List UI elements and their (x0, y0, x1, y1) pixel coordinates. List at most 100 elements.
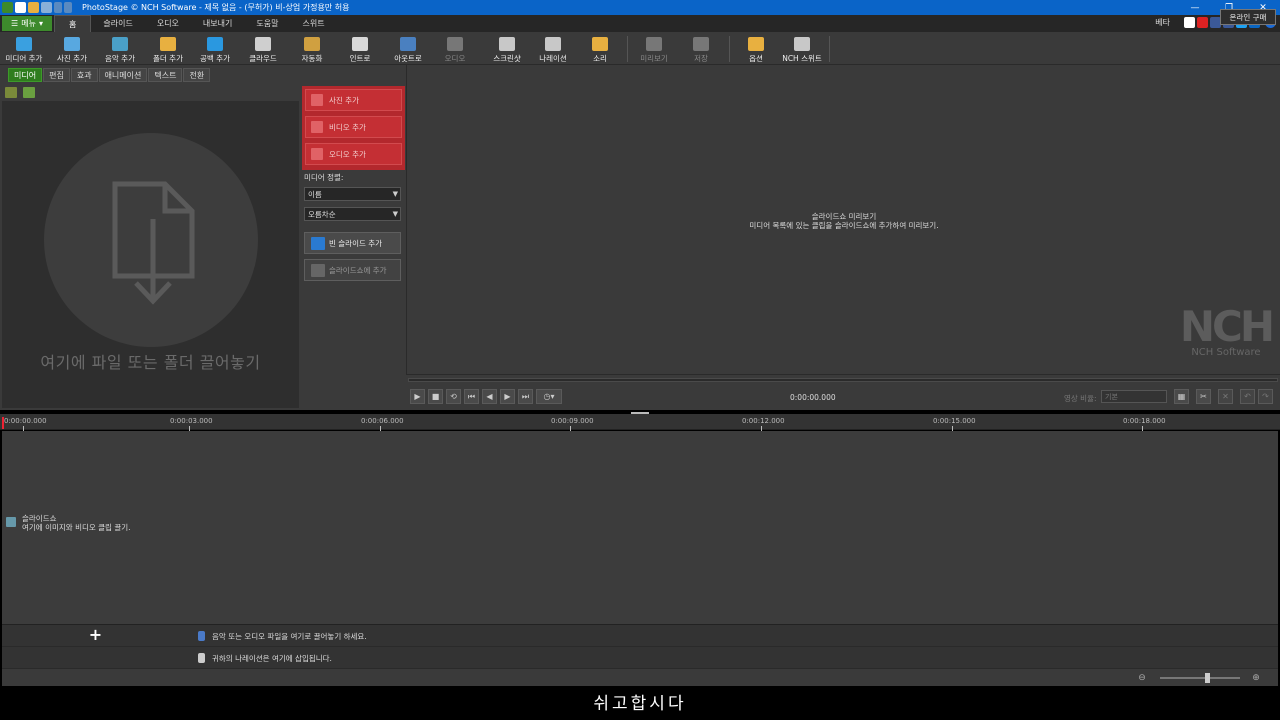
toolbar-button[interactable]: 미디어 추가 (3, 34, 45, 64)
rotate-right-button[interactable]: ↷ (1258, 389, 1273, 404)
toolbar-button-label: 미리보기 (640, 54, 668, 63)
toolbar-button[interactable]: 아웃트로 (388, 34, 428, 64)
file-drop-icon (112, 181, 195, 305)
add-video-button[interactable]: 비디오 추가 (305, 116, 402, 138)
play-button[interactable]: ▶ (410, 389, 425, 404)
toolbar-button[interactable]: 사진 추가 (52, 34, 92, 64)
toolbar-button[interactable]: 저장 (686, 34, 716, 64)
slideshow-track[interactable]: 슬라이드쇼 여기에 이미지와 비디오 클립 끌기. (2, 431, 1278, 624)
snapshot-button[interactable]: ✂ (1196, 389, 1211, 404)
media-image-icon[interactable] (23, 87, 35, 98)
rotate-left-button[interactable]: ↶ (1240, 389, 1255, 404)
menu-label: 메뉴 (21, 19, 36, 28)
timeline-ruler[interactable]: 0:00:00.000 0:00:03.000 0:00:06.000 0:00… (0, 414, 1280, 431)
toolbar-button[interactable]: 자동화 (294, 34, 330, 64)
open-folder-icon[interactable] (28, 2, 39, 13)
nch-suite-icon (794, 37, 810, 51)
stop-button[interactable]: ■ (428, 389, 443, 404)
toolbar-button[interactable]: 옵션 (741, 34, 771, 64)
toolbar-button[interactable]: NCH 스위트 (778, 34, 826, 64)
ribbon-tabs: ☰ 메뉴 ▾ 홈 슬라이드 오디오 내보내기 도움말 스위트 베타 ? (0, 15, 1280, 32)
subtab-edit[interactable]: 편집 (43, 68, 70, 82)
subtab-transitions[interactable]: 전환 (183, 68, 211, 82)
video-caption: 쉬고합시다 (0, 688, 1280, 720)
music-note-icon (198, 631, 205, 641)
undo-icon[interactable] (54, 2, 62, 13)
toolbar-button[interactable]: 인트로 (342, 34, 378, 64)
blank-add-icon (207, 37, 223, 51)
zoom-slider[interactable] (1160, 677, 1240, 679)
tab-slides[interactable]: 슬라이드 (91, 15, 144, 32)
zoom-in-icon[interactable]: ⊕ (1250, 672, 1262, 684)
media-add-icon (16, 37, 32, 51)
toolbar-button-label: 저장 (694, 54, 708, 63)
menu-button[interactable]: ☰ 메뉴 ▾ (2, 16, 52, 31)
flickr-icon[interactable] (1184, 17, 1195, 28)
toolbar-button[interactable]: 소리 (585, 34, 615, 64)
zoom-slider-knob[interactable] (1205, 673, 1210, 683)
toolbar-button[interactable]: 클라우드 (243, 34, 283, 64)
ruler-tick: 0:00:12.000 (742, 417, 785, 431)
add-blank-slide-button[interactable]: 빈 슬라이드 추가 (304, 232, 401, 254)
toolbar-separator (729, 36, 730, 62)
add-audio-button[interactable]: 오디오 추가 (305, 143, 402, 165)
go-end-button[interactable]: ⏭ (518, 389, 533, 404)
close-preview-button[interactable]: ✕ (1218, 389, 1233, 404)
beta-label: 베타 (1155, 18, 1170, 27)
toolbar-button[interactable]: 폴더 추가 (148, 34, 188, 64)
media-folder-icon[interactable] (5, 87, 17, 98)
add-to-slideshow-button[interactable]: 슬라이드쇼에 추가 (304, 259, 401, 281)
save-icon[interactable] (41, 2, 52, 13)
new-file-icon[interactable] (15, 2, 26, 13)
playback-progress[interactable] (408, 378, 1278, 382)
youtube-icon[interactable] (1197, 17, 1208, 28)
toolbar-button[interactable]: 스크린샷 (484, 34, 530, 64)
cloud-icon (255, 37, 271, 51)
tab-audio[interactable]: 오디오 (145, 15, 191, 32)
sort-order-value: 오름차순 (308, 209, 336, 219)
step-forward-button[interactable]: ▶ (500, 389, 515, 404)
online-buy-button[interactable]: 온라인 구매 (1220, 9, 1276, 25)
audio-track[interactable]: + 음악 또는 오디오 파일을 여기로 끌어놓기 하세요. (2, 624, 1278, 646)
toolbar-button[interactable]: 나레이션 (531, 34, 575, 64)
subtab-effects[interactable]: 효과 (70, 68, 98, 82)
microphone-icon (198, 653, 205, 663)
music-note-icon (311, 148, 323, 160)
preview-subtitle: 미디어 목록에 있는 클립을 슬라이드쇼에 추가하여 미리보기. (749, 221, 939, 230)
tab-suite[interactable]: 스위트 (290, 15, 336, 32)
toolbar-button[interactable]: 공백 추가 (195, 34, 235, 64)
media-drop-zone[interactable]: 여기에 파일 또는 폴더 끌어놓기 (2, 101, 299, 408)
ruler-tick: 0:00:15.000 (933, 417, 976, 431)
loop-button[interactable]: ⟲ (446, 389, 461, 404)
step-back-button[interactable]: ◀ (482, 389, 497, 404)
sound-folder-icon (592, 37, 608, 51)
go-start-button[interactable]: ⏮ (464, 389, 479, 404)
zoom-out-icon[interactable]: ⊖ (1136, 672, 1148, 684)
slideshow-icon (6, 517, 16, 527)
add-track-button[interactable]: + (88, 627, 103, 643)
fullscreen-button[interactable]: ▦ (1174, 389, 1189, 404)
tab-export[interactable]: 내보내기 (191, 15, 244, 32)
tab-help[interactable]: 도움말 (244, 15, 290, 32)
subtab-animation[interactable]: 애니메이션 (98, 68, 148, 82)
subtab-media[interactable]: 미디어 (8, 68, 43, 82)
subtab-text[interactable]: 텍스트 (148, 68, 183, 82)
aspect-ratio-select[interactable]: 기본 (1101, 390, 1167, 403)
tab-home[interactable]: 홈 (54, 15, 92, 32)
aspect-ratio-value: 기본 (1105, 392, 1118, 401)
add-audio-label: 오디오 추가 (329, 149, 366, 159)
speed-button[interactable]: ◷▾ (536, 389, 562, 404)
minimize-button[interactable]: — (1178, 0, 1212, 15)
sort-by-select[interactable]: 이름 ▼ (304, 187, 401, 201)
add-to-slideshow-label: 슬라이드쇼에 추가 (329, 265, 387, 275)
narration-track[interactable]: 귀하의 나레이션은 여기에 삽입됩니다. (2, 646, 1278, 668)
add-photo-button[interactable]: 사진 추가 (305, 89, 402, 111)
add-video-label: 비디오 추가 (329, 122, 366, 132)
sort-order-select[interactable]: 오름차순 ▼ (304, 207, 401, 221)
toolbar-button[interactable]: 오디오 (440, 34, 470, 64)
toolbar-button[interactable]: 음악 추가 (100, 34, 140, 64)
redo-icon[interactable] (64, 2, 72, 13)
toolbar-button[interactable]: 미리보기 (634, 34, 674, 64)
nch-logo-text: NCH Software (1191, 347, 1261, 358)
nch-logo: NCH NCH Software (1180, 305, 1275, 359)
